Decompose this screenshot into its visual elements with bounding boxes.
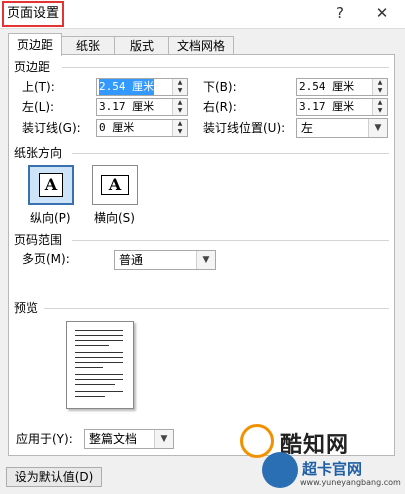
divider (44, 308, 389, 309)
portrait-option[interactable]: A (28, 165, 74, 205)
top-margin-input[interactable]: 2.54 厘米 ▲ ▼ (96, 78, 188, 96)
gutter-label: 装订线(G): (22, 121, 81, 135)
landscape-page-icon: A (101, 175, 129, 195)
watermark-url: www.yuneyangbang.com (300, 478, 401, 487)
divider (72, 153, 389, 154)
landscape-option[interactable]: A (92, 165, 138, 205)
divider (72, 240, 389, 241)
tab-margins[interactable]: 页边距 (8, 33, 62, 56)
spin-arrows-icon[interactable]: ▲ ▼ (372, 99, 387, 115)
close-button[interactable]: ✕ (368, 0, 396, 26)
chevron-down-icon[interactable]: ▼ (154, 430, 173, 448)
right-margin-input[interactable]: 3.17 厘米 ▲ ▼ (296, 98, 388, 116)
left-margin-input[interactable]: 3.17 厘米 ▲ ▼ (96, 98, 188, 116)
tab-document-grid[interactable]: 文档网格 (168, 36, 234, 55)
orientation-section-title: 纸张方向 (14, 146, 63, 160)
divider (62, 67, 389, 68)
gutter-input[interactable]: 0 厘米 ▲ ▼ (96, 119, 188, 137)
apply-to-select[interactable]: 整篇文档 ▼ (84, 429, 174, 449)
margins-section-title: 页边距 (14, 60, 51, 74)
spin-arrows-icon[interactable]: ▲ ▼ (172, 120, 187, 136)
gutter-position-select[interactable]: 左 ▼ (296, 118, 388, 138)
left-margin-label: 左(L): (22, 100, 55, 114)
pages-section-title: 页码范围 (14, 233, 63, 247)
watermark-logo-icon (240, 424, 274, 458)
top-margin-label: 上(T): (22, 80, 55, 94)
chevron-down-icon[interactable]: ▼ (196, 251, 215, 269)
landscape-label[interactable]: 横向(S) (94, 209, 135, 227)
preview-page (66, 321, 134, 409)
apply-to-label: 应用于(Y): (16, 432, 73, 446)
bottom-margin-input[interactable]: 2.54 厘米 ▲ ▼ (296, 78, 388, 96)
tab-layout[interactable]: 版式 (114, 36, 170, 55)
set-default-button[interactable]: 设为默认值(D) (6, 467, 102, 487)
chevron-down-icon[interactable]: ▼ (368, 119, 387, 137)
portrait-page-icon: A (39, 173, 63, 197)
help-button[interactable]: ? (326, 0, 354, 26)
watermark-brand-2: 超卡官网 (302, 460, 363, 478)
close-icon: ✕ (375, 4, 389, 22)
multiple-pages-select[interactable]: 普通 ▼ (114, 250, 216, 270)
title-bar: 页面设置 ? ✕ (0, 0, 405, 29)
watermark-brand: 酷知网 (280, 433, 350, 458)
spin-arrows-icon[interactable]: ▲ ▼ (172, 99, 187, 115)
multiple-pages-label: 多页(M): (22, 252, 70, 266)
spin-arrows-icon[interactable]: ▲ ▼ (372, 79, 387, 95)
window-title: 页面设置 (2, 1, 65, 27)
right-margin-label: 右(R): (203, 100, 237, 114)
tab-paper[interactable]: 纸张 (60, 36, 116, 55)
spin-arrows-icon[interactable]: ▲ ▼ (172, 79, 187, 95)
watermark-badge-icon (262, 452, 298, 488)
gutter-position-label: 装订线位置(U): (203, 121, 286, 135)
portrait-label[interactable]: 纵向(P) (30, 209, 71, 227)
bottom-margin-label: 下(B): (203, 80, 237, 94)
preview-section-title: 预览 (14, 301, 39, 315)
